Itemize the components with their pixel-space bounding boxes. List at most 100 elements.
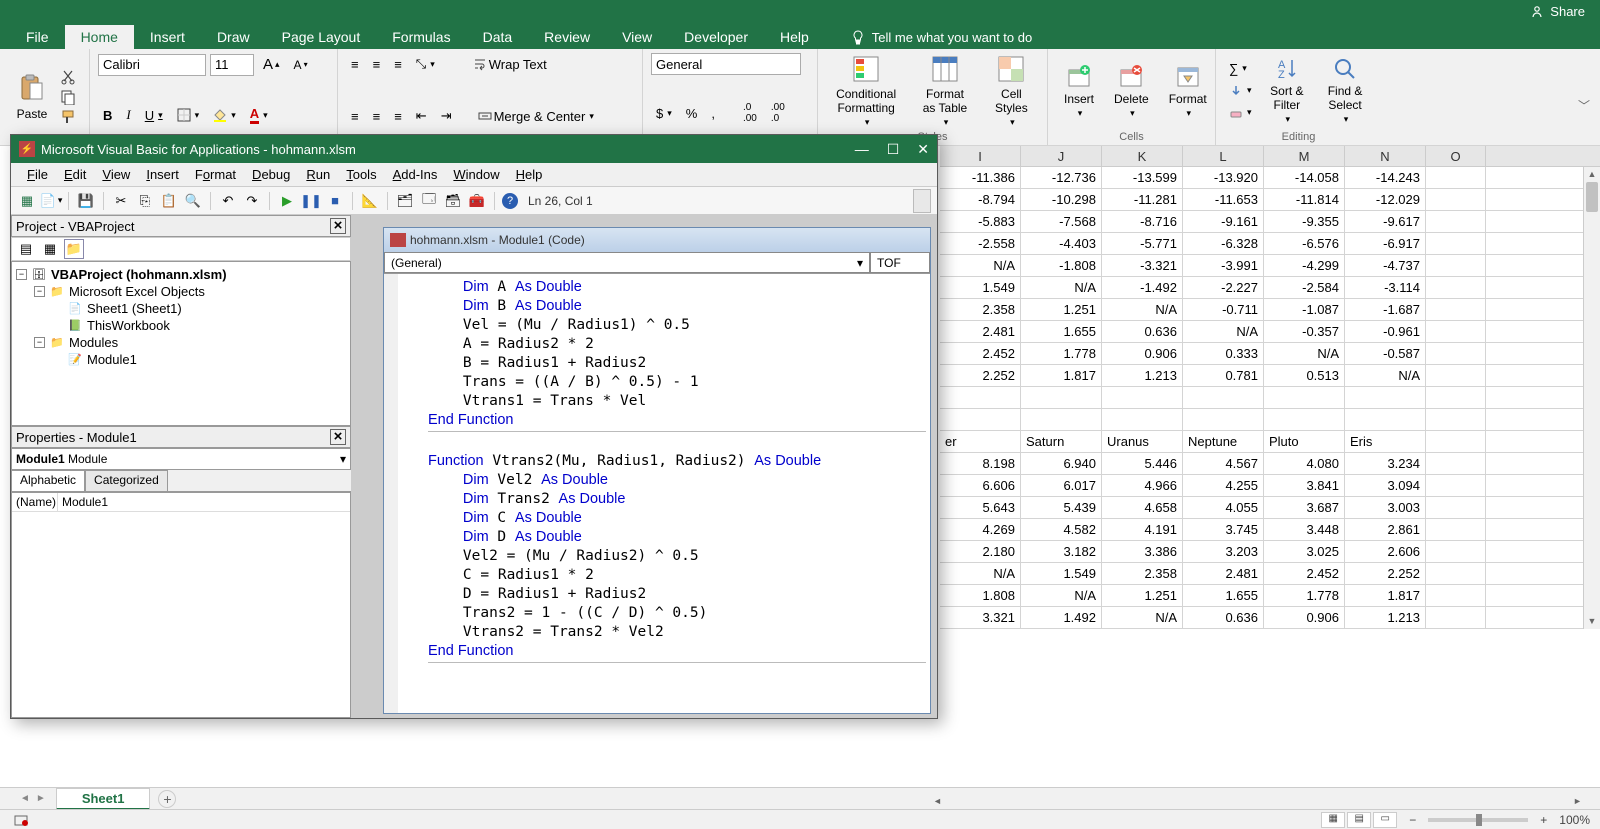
cell[interactable]: [1426, 563, 1486, 584]
increase-decimal-button[interactable]: .0.00: [738, 99, 762, 127]
tab-review[interactable]: Review: [528, 25, 606, 49]
cell[interactable]: [1345, 387, 1426, 408]
view-normal-button[interactable]: ▦: [1321, 812, 1345, 828]
cell[interactable]: 1.492: [1021, 607, 1102, 628]
cell[interactable]: -7.568: [1021, 211, 1102, 232]
col-N[interactable]: N: [1345, 146, 1426, 166]
cell[interactable]: 2.481: [940, 321, 1021, 342]
vba-properties-button[interactable]: 🗔: [419, 191, 439, 211]
cell[interactable]: -11.653: [1183, 189, 1264, 210]
fill-button[interactable]: [1224, 81, 1257, 101]
vba-menu-run[interactable]: Run: [298, 165, 338, 184]
cut-icon[interactable]: [60, 69, 76, 85]
grid[interactable]: I J K L M N O -11.386-12.736-13.599-13.9…: [940, 146, 1600, 629]
vba-undo-button[interactable]: ↶: [218, 191, 238, 211]
table-row[interactable]: -11.386-12.736-13.599-13.920-14.058-14.2…: [940, 167, 1600, 189]
cell[interactable]: -1.808: [1021, 255, 1102, 276]
table-row[interactable]: 3.3211.492N/A0.6360.9061.213: [940, 607, 1600, 629]
cell[interactable]: -14.243: [1345, 167, 1426, 188]
cell[interactable]: er: [940, 431, 1021, 452]
table-row[interactable]: N/A-1.808-3.321-3.991-4.299-4.737: [940, 255, 1600, 277]
cell[interactable]: 0.906: [1102, 343, 1183, 364]
cell[interactable]: [1021, 387, 1102, 408]
cell[interactable]: 1.213: [1345, 607, 1426, 628]
cell[interactable]: -0.587: [1345, 343, 1426, 364]
properties-grid[interactable]: (Name) Module1: [11, 492, 351, 718]
col-O[interactable]: O: [1426, 146, 1486, 166]
paste-button[interactable]: Paste: [8, 69, 56, 125]
cell[interactable]: 2.358: [1102, 563, 1183, 584]
scroll-thumb[interactable]: [1586, 182, 1598, 212]
horizontal-scrollbar[interactable]: ◄ ►: [930, 792, 1585, 809]
cell[interactable]: -14.058: [1264, 167, 1345, 188]
cell[interactable]: -3.114: [1345, 277, 1426, 298]
hscroll-left-icon[interactable]: ◄: [930, 796, 945, 806]
cell[interactable]: -11.814: [1264, 189, 1345, 210]
cell[interactable]: 3.321: [940, 607, 1021, 628]
cell[interactable]: -3.321: [1102, 255, 1183, 276]
cell[interactable]: -10.298: [1021, 189, 1102, 210]
cell[interactable]: 0.636: [1102, 321, 1183, 342]
cell[interactable]: [1426, 365, 1486, 386]
tree-toggle-icon[interactable]: −: [34, 286, 45, 297]
cell[interactable]: -8.716: [1102, 211, 1183, 232]
decrease-decimal-button[interactable]: .00.0: [766, 99, 790, 127]
cell[interactable]: 3.386: [1102, 541, 1183, 562]
cell[interactable]: [1426, 255, 1486, 276]
project-tree[interactable]: −🗄VBAProject (hohmann.xlsm) −📁Microsoft …: [11, 261, 351, 426]
record-macro-icon[interactable]: [14, 813, 30, 827]
cell[interactable]: 4.658: [1102, 497, 1183, 518]
zoom-slider[interactable]: [1428, 818, 1528, 822]
cell[interactable]: 1.817: [1345, 585, 1426, 606]
cell[interactable]: [940, 409, 1021, 430]
vba-minimize-button[interactable]: —: [855, 141, 869, 158]
project-pane-title[interactable]: Project - VBAProject ×: [11, 215, 351, 237]
vba-run-button[interactable]: ▶: [277, 191, 297, 211]
cell-styles-button[interactable]: Cell Styles: [984, 49, 1039, 132]
cell[interactable]: 6.017: [1021, 475, 1102, 496]
code-procedure-select[interactable]: TOF: [870, 252, 930, 273]
cell[interactable]: -9.161: [1183, 211, 1264, 232]
props-tab-alphabetic[interactable]: Alphabetic: [11, 470, 85, 491]
cell[interactable]: -2.227: [1183, 277, 1264, 298]
cell[interactable]: -1.492: [1102, 277, 1183, 298]
tab-formulas[interactable]: Formulas: [376, 25, 466, 49]
col-L[interactable]: L: [1183, 146, 1264, 166]
insert-cells-button[interactable]: Insert: [1056, 58, 1102, 123]
cell[interactable]: 3.234: [1345, 453, 1426, 474]
code-object-select[interactable]: (General)▾: [384, 252, 870, 273]
italic-button[interactable]: I: [121, 104, 135, 126]
view-object-icon[interactable]: ▦: [40, 239, 60, 259]
autosum-button[interactable]: ∑: [1224, 58, 1257, 79]
properties-pane-close-button[interactable]: ×: [330, 429, 346, 445]
cell[interactable]: [1426, 453, 1486, 474]
decrease-indent-button[interactable]: ⇤: [411, 105, 432, 127]
vba-menu-insert[interactable]: Insert: [138, 165, 187, 184]
cell[interactable]: N/A: [1021, 585, 1102, 606]
number-format-select[interactable]: [651, 53, 801, 75]
vba-find-button[interactable]: 🔍: [183, 191, 203, 211]
align-middle-button[interactable]: ≡: [368, 54, 386, 75]
align-center-button[interactable]: ≡: [368, 106, 386, 127]
cell[interactable]: 3.182: [1021, 541, 1102, 562]
vba-redo-button[interactable]: ↷: [242, 191, 262, 211]
cell[interactable]: -9.617: [1345, 211, 1426, 232]
cell[interactable]: [1264, 409, 1345, 430]
cell[interactable]: N/A: [1021, 277, 1102, 298]
hscroll-right-icon[interactable]: ►: [1570, 796, 1585, 806]
copy-icon[interactable]: [60, 89, 76, 105]
vba-menu-window[interactable]: Window: [445, 165, 507, 184]
delete-cells-button[interactable]: Delete: [1106, 58, 1157, 123]
vba-insert-module-button[interactable]: 📄: [41, 191, 61, 211]
table-row[interactable]: 2.3581.251N/A-0.711-1.087-1.687: [940, 299, 1600, 321]
cell[interactable]: 8.198: [940, 453, 1021, 474]
conditional-formatting-button[interactable]: Conditional Formatting: [826, 49, 906, 132]
cell[interactable]: [1426, 519, 1486, 540]
cell[interactable]: [940, 387, 1021, 408]
increase-indent-button[interactable]: ⇥: [436, 105, 457, 127]
format-cells-button[interactable]: Format: [1161, 58, 1215, 123]
prop-val[interactable]: Module1: [57, 493, 350, 511]
tell-me-search[interactable]: Tell me what you want to do: [840, 25, 1042, 49]
tree-thisworkbook[interactable]: ThisWorkbook: [87, 318, 170, 333]
tree-toggle-icon[interactable]: −: [34, 337, 45, 348]
